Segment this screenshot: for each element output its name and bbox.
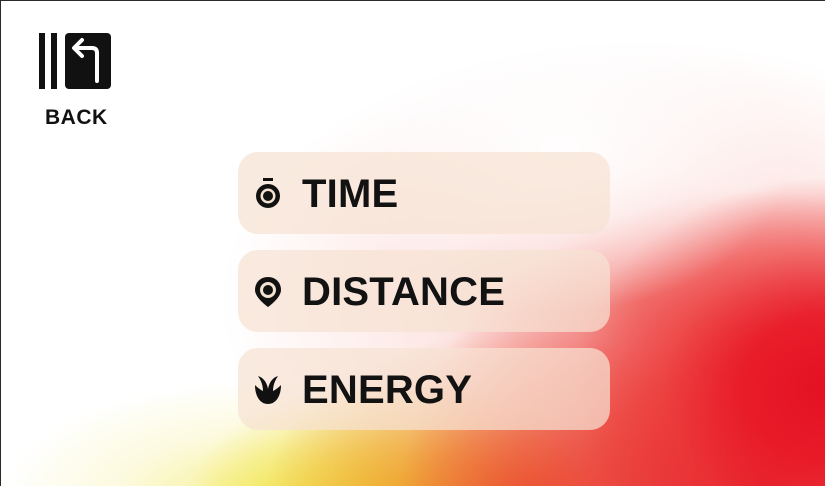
location-pin-icon xyxy=(255,277,281,307)
back-button[interactable]: BACK xyxy=(35,27,119,133)
flame-icon xyxy=(255,376,281,404)
distance-button[interactable]: DISTANCE xyxy=(238,250,610,332)
energy-label: ENERGY xyxy=(302,368,473,412)
time-label: TIME xyxy=(302,172,399,216)
stopwatch-icon xyxy=(256,178,280,208)
energy-button[interactable]: ENERGY xyxy=(238,348,610,430)
back-arrow-icon xyxy=(39,33,111,89)
screen: BACK TIME DISTANCE ENERGY xyxy=(0,0,825,486)
workout-goal-menu: TIME DISTANCE ENERGY xyxy=(238,152,610,446)
time-button[interactable]: TIME xyxy=(238,152,610,234)
distance-label: DISTANCE xyxy=(302,270,506,314)
back-label: BACK xyxy=(45,106,108,129)
